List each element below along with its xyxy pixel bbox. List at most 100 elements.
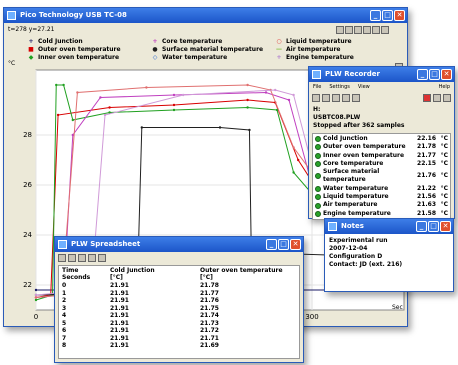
menu-settings[interactable]: Settings [329,84,350,90]
table-row[interactable]: 8 21.91 21.69 [59,342,299,350]
channel-row[interactable]: Inner oven temperature 21.77 °C [315,152,448,160]
legend-item[interactable]: + Engine temperature [272,54,353,61]
legend-marker: + [276,54,282,61]
zoom-out-icon[interactable] [345,26,353,34]
minimize-button[interactable]: _ [370,10,381,21]
table-cell: 21.91 [110,282,129,289]
data-point [269,88,272,92]
column-header-time-unit: Seconds [62,274,91,281]
stop-icon[interactable] [433,94,441,102]
channel-name: Core temperature [323,159,384,167]
recorder-title-bar[interactable]: PLW Recorder _ □ ✕ [309,67,454,82]
legend-item[interactable]: ○ Liquid temperature [272,38,351,45]
table-cell: 21.75 [200,304,219,312]
channel-row[interactable]: Surface material temperature 21.76 °C [315,168,448,185]
channel-row[interactable]: Water temperature 21.22 °C [315,185,448,193]
notes-line: Experimental run [329,237,388,244]
legend-item[interactable]: + Core temperature [148,38,222,45]
table-row[interactable]: 3 21.91 21.75 [59,305,299,313]
save-icon[interactable] [332,94,340,102]
spreadsheet-maximize-button[interactable]: □ [278,239,289,250]
table-row[interactable]: 1 21.91 21.77 [59,290,299,298]
print-icon[interactable] [381,26,389,34]
data-point [246,83,249,87]
legend-item[interactable]: — Air temperature [272,46,340,53]
notes-text[interactable]: Experimental run 2007-12-04 Configuratio… [325,234,453,272]
notes-app-icon [328,222,337,231]
table-row[interactable]: 0 21.91 21.78 [59,282,299,290]
export-icon[interactable] [68,254,76,262]
notes-close-button[interactable]: ✕ [440,221,451,232]
channel-row[interactable]: Engine temperature 21.58 °C [315,210,448,218]
data-point [56,113,60,117]
menu-file[interactable]: File [313,84,321,90]
help-icon[interactable] [98,254,106,262]
scroll-left-icon[interactable] [354,26,362,34]
y-tick-label: 22 [23,281,32,289]
channel-status-icon [315,152,321,159]
menu-view[interactable]: View [358,84,370,90]
channel-name: Outer oven temperature [323,143,406,151]
pause-icon[interactable] [443,94,451,102]
column-header-cold-junction[interactable]: Cold Junction [110,267,200,274]
scroll-right-icon[interactable] [363,26,371,34]
recorder-maximize-button[interactable]: □ [429,69,440,80]
y-tick-label: 24 [23,231,32,239]
recorder-minimize-button[interactable]: _ [417,69,428,80]
zoom-in-icon[interactable] [336,26,344,34]
channel-unit: °C [440,193,448,201]
spreadsheet-title-bar[interactable]: PLW Spreadsheet _ □ ✕ [55,237,303,252]
channel-row[interactable]: Outer oven temperature 21.78 °C [315,143,448,151]
channel-unit: °C [440,184,448,192]
graph-icon[interactable] [342,94,350,102]
channel-unit: °C [440,172,448,180]
recorder-file-name: USBTC08.PLW [313,114,361,121]
recorder-close-button[interactable]: ✕ [441,69,452,80]
menu-help[interactable]: Help [439,84,450,90]
table-row[interactable]: 6 21.91 21.72 [59,327,299,335]
column-header-time[interactable]: Time [62,267,110,274]
channel-unit: °C [440,143,448,151]
data-point [172,93,176,97]
open-icon[interactable] [322,94,330,102]
legend-item[interactable]: ◇ Water temperature [148,54,227,61]
channel-row[interactable]: Core temperature 22.15 °C [315,160,448,168]
plw-spreadsheet-window: PLW Spreadsheet _ □ ✕ Time Seconds Cold J… [54,236,304,363]
table-row[interactable]: 5 21.91 21.73 [59,320,299,328]
table-cell: 21.71 [200,334,219,342]
options-icon[interactable] [88,254,96,262]
data-point [99,96,102,99]
channel-row[interactable]: Liquid temperature 21.56 °C [315,193,448,201]
column-header-outer-oven[interactable]: Outer oven temperature [200,267,283,274]
table-row[interactable]: 7 21.91 21.71 [59,335,299,343]
table-row[interactable]: 4 21.91 21.74 [59,312,299,320]
cursor-readout: t=278 y=27.21 [8,26,55,33]
channel-row[interactable]: Cold Junction 22.16 °C [315,135,448,143]
channel-name: Air temperature [323,201,378,209]
main-title-bar[interactable]: Pico Technology USB TC-08 _ □ ✕ [4,8,407,23]
legend-item[interactable]: + Cold Junction [24,38,82,45]
print-icon[interactable] [78,254,86,262]
legend-item[interactable]: ◆ Inner oven temperature [24,54,119,61]
channel-row[interactable]: Air temperature 21.63 °C [315,201,448,209]
data-point [274,88,277,92]
notes-minimize-button[interactable]: _ [416,221,427,232]
data-point [71,133,75,137]
record-icon[interactable] [423,94,431,102]
maximize-button[interactable]: □ [382,10,393,21]
close-button[interactable]: ✕ [394,10,405,21]
table-icon[interactable] [352,94,360,102]
table-row[interactable]: 2 21.91 21.76 [59,297,299,305]
legend-label: Inner oven temperature [38,54,120,61]
legend-item[interactable]: ● Surface material temperature [148,46,263,53]
table-cell: 21.91 [110,342,129,349]
new-icon[interactable] [312,94,320,102]
legend-item[interactable]: ■ Outer oven temperature [24,46,120,53]
channel-status-icon [315,136,321,143]
notes-title-bar[interactable]: Notes _ □ ✕ [325,219,453,234]
spreadsheet-close-button[interactable]: ✕ [290,239,301,250]
copy-icon[interactable] [58,254,66,262]
notes-maximize-button[interactable]: □ [428,221,439,232]
settings-icon[interactable] [372,26,380,34]
spreadsheet-minimize-button[interactable]: _ [266,239,277,250]
